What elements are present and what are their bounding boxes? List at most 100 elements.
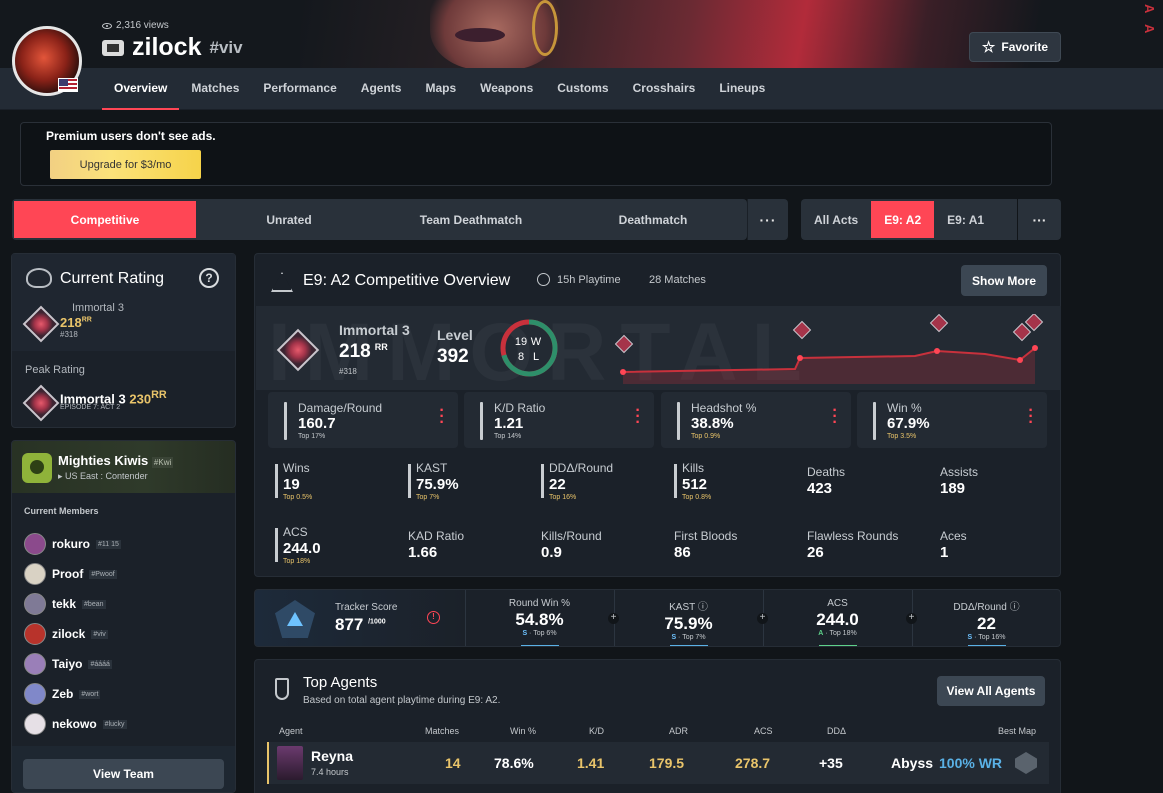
profile-tabs: Overview Matches Performance Agents Maps… [102, 68, 777, 110]
team-logo [22, 453, 52, 483]
overview-title: E9: A2 Competitive Overview [303, 272, 511, 289]
stat-value: 189 [940, 480, 966, 497]
banner-text: A A [1142, 4, 1157, 38]
member-avatar [24, 683, 46, 705]
level-label: Level [437, 327, 473, 343]
mode-competitive[interactable]: Competitive [14, 201, 196, 238]
stat-value: 423 [807, 480, 833, 497]
tracker-stat-value: 244.0 [816, 610, 859, 629]
favorite-button[interactable]: ☆ Favorite [969, 32, 1061, 62]
act-e9-a2[interactable]: E9: A2 [871, 201, 935, 238]
member-tag: #áááá [88, 659, 112, 669]
tab-weapons[interactable]: Weapons [468, 68, 545, 110]
stat-label: Win % [887, 401, 922, 415]
tracker-stat-label: ACS [827, 598, 848, 609]
agent-win: 78.6% [494, 755, 534, 771]
stat-options-icon[interactable]: · · · [832, 403, 838, 431]
playlist-selector: Competitive Unrated Team Deathmatch Deat… [12, 199, 747, 240]
mode-unrated[interactable]: Unrated [198, 199, 380, 240]
upgrade-button[interactable]: Upgrade for $3/mo [50, 150, 201, 179]
stat-value: 86 [674, 544, 691, 561]
team-member[interactable]: Proof #Pwoof [24, 562, 117, 586]
tracker-stat: DDΔ/Round ⓘ 22 S · Top 16% [912, 590, 1060, 646]
tracker-score-max: /1000 [368, 618, 386, 626]
view-count: 2,316 views [102, 20, 169, 31]
stat-card-accent [284, 402, 287, 440]
stat-value: 1.21 [494, 415, 524, 432]
tab-lineups[interactable]: Lineups [707, 68, 777, 110]
view-team-button[interactable]: View Team [23, 759, 224, 789]
col-adr[interactable]: ADR [669, 726, 688, 736]
riot-platform-icon [102, 39, 124, 56]
col-ddelta[interactable]: DDΔ [827, 726, 846, 736]
stat-value: 160.7 [298, 415, 336, 432]
team-member[interactable]: zilock #viv [24, 622, 108, 646]
overview-rr-value: 218 [339, 341, 371, 362]
grade-rank: · Top 18% [823, 630, 857, 637]
plus-icon: + [757, 613, 768, 624]
agent-hours: 7.4 hours [311, 767, 349, 777]
help-icon[interactable]: ? [199, 268, 219, 288]
stat-label: Kills/Round [541, 529, 602, 543]
stat-options-icon[interactable]: · · · [439, 403, 445, 431]
act-e9-a1[interactable]: E9: A1 [934, 201, 997, 238]
stat-percentile: Top 0.5% [283, 494, 313, 501]
rank-marker-icon [615, 334, 634, 354]
stat-card: Win % 67.9% Top 3.5% · · · [857, 392, 1047, 448]
tab-maps[interactable]: Maps [413, 68, 468, 110]
team-member[interactable]: nekowo #lucky [24, 712, 127, 736]
overview-rr: 218 RR [339, 341, 388, 363]
rank-marker-icon [792, 320, 812, 340]
mode-deathmatch[interactable]: Deathmatch [562, 199, 744, 240]
tab-agents[interactable]: Agents [349, 68, 414, 110]
col-acs[interactable]: ACS [754, 726, 773, 736]
col-win[interactable]: Win % [510, 726, 536, 736]
team-member[interactable]: tekk #bean [24, 592, 106, 616]
tab-crosshairs[interactable]: Crosshairs [621, 68, 708, 110]
member-avatar [24, 623, 46, 645]
agent-best-map-wr: 100% WR [939, 755, 1003, 771]
peak-rr-unit: RR [151, 389, 167, 401]
tab-matches[interactable]: Matches [179, 68, 251, 110]
stat-label: ACS [283, 525, 308, 539]
tab-performance[interactable]: Performance [251, 68, 348, 110]
view-all-agents-button[interactable]: View All Agents [937, 676, 1045, 706]
premium-ad-banner: Premium users don't see ads. Upgrade for… [20, 122, 1052, 186]
mode-team-deathmatch[interactable]: Team Deathmatch [380, 199, 562, 240]
losses-letter: L [533, 351, 539, 363]
stat-card: Headshot % 38.8% Top 0.9% · · · [661, 392, 851, 448]
show-more-button[interactable]: Show More [961, 265, 1047, 296]
tracker-stat-value: 75.9% [664, 614, 713, 633]
us-flag-icon [58, 78, 78, 92]
tab-overview[interactable]: Overview [102, 68, 180, 110]
tracker-info-icon[interactable]: ! [427, 611, 440, 624]
team-member[interactable]: rokuro #11 15 [24, 532, 121, 556]
agent-acs: 278.7 [735, 755, 771, 771]
stat-value: 67.9% [887, 415, 930, 432]
agent-row[interactable]: Reyna 7.4 hours 14 78.6% 1.41 179.5 278.… [267, 742, 1049, 784]
wins-count: 19 [515, 336, 527, 348]
act-all[interactable]: All Acts [801, 201, 871, 238]
more-acts-button[interactable]: ··· [1018, 199, 1061, 240]
stat-label: Kills [682, 461, 705, 475]
member-tag: #wort [79, 689, 101, 699]
tracker-score-label: Tracker Score [335, 602, 398, 613]
team-member[interactable]: Taiyo #áááá [24, 652, 112, 676]
top-agents-card: Top Agents Based on total agent playtime… [254, 659, 1061, 793]
team-member[interactable]: Zeb #wort [24, 682, 101, 706]
stat-label: First Bloods [674, 529, 738, 543]
stat-options-icon[interactable]: · · · [1028, 403, 1034, 431]
stat-accent [275, 464, 278, 498]
peak-rank-icon [22, 384, 60, 422]
col-kd[interactable]: K/D [589, 726, 604, 736]
more-modes-button[interactable]: ··· [747, 199, 788, 240]
tab-customs[interactable]: Customs [545, 68, 620, 110]
grade-rank: · Top 6% [527, 630, 557, 637]
col-matches[interactable]: Matches [425, 726, 459, 736]
tracker-stat-label: KAST ⓘ [669, 602, 708, 613]
rank-marker-icon [1024, 314, 1044, 332]
stat-options-icon[interactable]: · · · [635, 403, 641, 431]
col-best-map: Best Map [998, 726, 1037, 736]
act-selector: All Acts E9: A2 E9: A1 [801, 199, 1017, 240]
stat-value: 512 [682, 476, 708, 493]
